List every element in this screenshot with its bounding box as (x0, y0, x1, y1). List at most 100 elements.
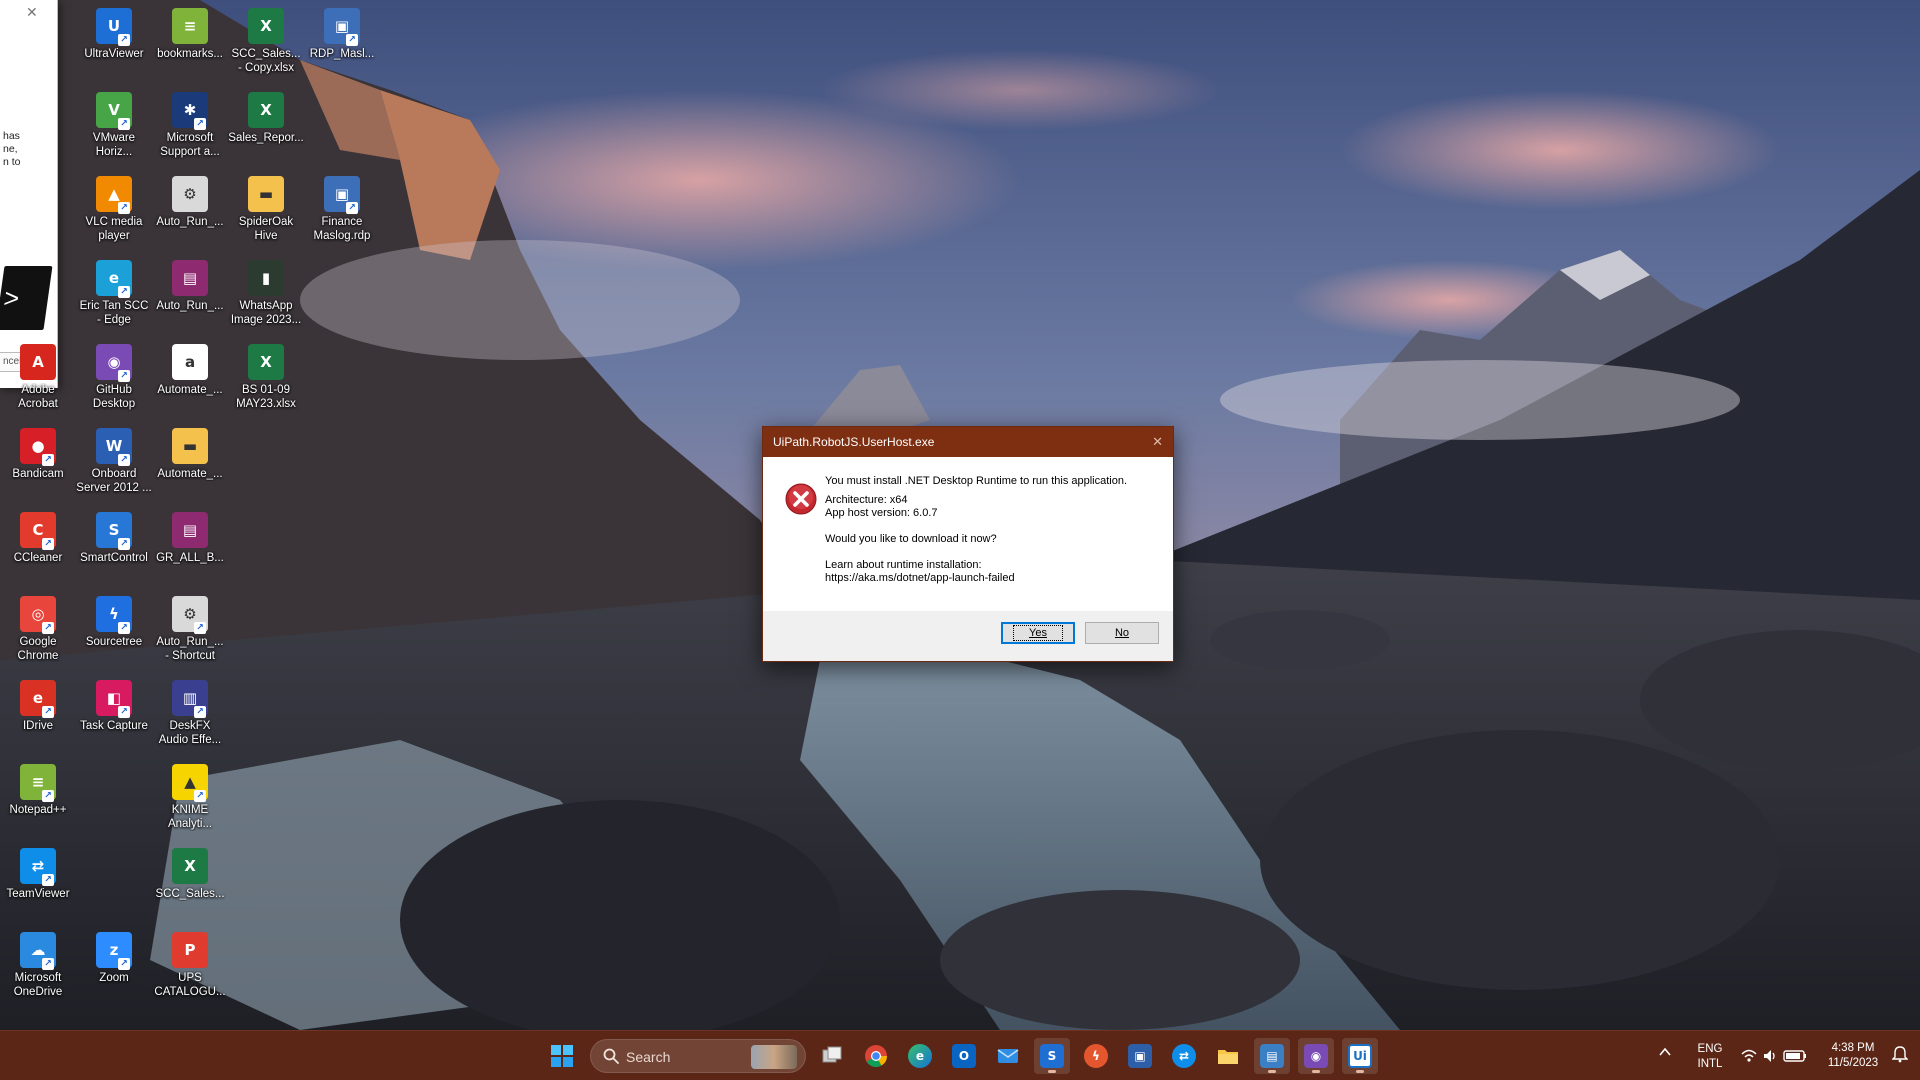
input-language-indicator[interactable]: ENG INTL (1692, 1042, 1728, 1080)
folder-icon: ▬ (172, 428, 208, 464)
excel-icon: X (248, 8, 284, 44)
desktop-icon-label: Automate_... (157, 384, 223, 396)
dialog-message: You must install .NET Desktop Runtime to… (825, 475, 1128, 487)
desktop-icon-ultraviewer[interactable]: U UltraViewer (76, 4, 152, 86)
desktop-icon-idrive[interactable]: e IDrive (0, 676, 76, 758)
desktop-icon-task-capture[interactable]: ◧ Task Capture (76, 676, 152, 758)
image-file-icon: ▮ (248, 260, 284, 296)
desktop-icon-auto-run-shortcut[interactable]: ⚙Auto_Run_... - Shortcut (152, 592, 228, 674)
github-desktop-icon: ◉ (1304, 1044, 1328, 1068)
desktop-icon-spideroak[interactable]: ▬ SpiderOak Hive (228, 172, 304, 254)
runtime-link[interactable]: https://aka.ms/dotnet/app-launch-failed (825, 572, 1165, 585)
ultraviewer-icon: U (96, 8, 132, 46)
desktop-icon-vlc[interactable]: ▲VLC media player (76, 172, 152, 254)
desktop-icon-label: Bandicam (12, 468, 64, 480)
desktop-icon-sourcetree[interactable]: ϟ Sourcetree (76, 592, 152, 674)
desktop-icon-bs-xlsx[interactable]: X BS 01-09 MAY23.xlsx (228, 340, 304, 422)
vlc-icon: ▲ (96, 176, 132, 214)
pdf-icon: P (172, 932, 208, 968)
taskbar-task-view[interactable] (814, 1038, 850, 1074)
desktop-icon-label: Eric Tan SCC - Edge (79, 300, 149, 326)
edge-icon: e (96, 260, 132, 298)
taskbar-uipath[interactable]: Ui (1342, 1038, 1378, 1074)
taskbar-smartcontrol[interactable]: S (1034, 1038, 1070, 1074)
taskbar-sourcetree[interactable]: ϟ (1078, 1038, 1114, 1074)
excel-icon: X (172, 848, 208, 884)
desktop-icon-label: BS 01-09 MAY23.xlsx (236, 384, 296, 410)
no-button-label: No (1114, 627, 1130, 639)
deskfx-icon: ▥ (172, 680, 208, 718)
desktop-icon-onboard[interactable]: WOnboard Server 2012 ... (76, 424, 152, 506)
yes-button[interactable]: Yes (1001, 622, 1075, 644)
desktop-icon-vmware[interactable]: VVMware Horiz... (76, 88, 152, 170)
desktop-icon-ms-support[interactable]: ✱Microsoft Support a... (152, 88, 228, 170)
dialog-body: You must install .NET Desktop Runtime to… (763, 457, 1173, 611)
taskbar-remote-desktop[interactable]: ▣ (1122, 1038, 1158, 1074)
wifi-icon (1741, 1049, 1757, 1062)
tray-overflow-chevron[interactable] (1658, 1045, 1672, 1080)
close-icon[interactable]: ✕ (1152, 427, 1163, 457)
windows-start-icon (551, 1045, 573, 1067)
desktop-icon-zoom[interactable]: z Zoom (76, 928, 152, 1010)
taskbar-teamviewer[interactable]: ⇄ (1166, 1038, 1202, 1074)
network-volume-battery-group[interactable] (1740, 1047, 1810, 1080)
desktop-icon-chrome[interactable]: ◎Google Chrome (0, 592, 76, 674)
task-view-icon (822, 1046, 842, 1063)
desktop-icon-finance-rdp[interactable]: ▣Finance Maslog.rdp (304, 172, 380, 254)
desktop-icon-scc-sales-2[interactable]: X SCC_Sales... (152, 844, 228, 926)
desktop-icon-auto-run-1[interactable]: ⚙ Auto_Run_... (152, 172, 228, 254)
desktop-icon-deskfx[interactable]: ▥DeskFX Audio Effe... (152, 676, 228, 758)
desktop-icon-bandicam[interactable]: ● Bandicam (0, 424, 76, 506)
taskbar-rdp-manager[interactable]: ▤ (1254, 1038, 1290, 1074)
desktop-icon-whatsapp-img[interactable]: ▮ WhatsApp Image 2023... (228, 256, 304, 338)
notepadpp-file-icon: ≡ (172, 8, 208, 44)
desktop-icon-github[interactable]: ◉GitHub Desktop (76, 340, 152, 422)
taskbar-edge[interactable]: e (902, 1038, 938, 1074)
desktop-icon-onedrive[interactable]: ☁Microsoft OneDrive (0, 928, 76, 1010)
desktop-icon-label: WhatsApp Image 2023... (230, 300, 302, 326)
no-button[interactable]: No (1085, 622, 1159, 644)
desktop-icon-ccleaner[interactable]: C CCleaner (0, 508, 76, 590)
outlook-icon: O (952, 1044, 976, 1068)
architecture-text: Architecture: x64 (825, 494, 908, 506)
taskbar-chrome[interactable] (858, 1038, 894, 1074)
bandicam-icon: ● (20, 428, 56, 466)
desktop-icon-auto-run-2[interactable]: ▤ Auto_Run_... (152, 256, 228, 338)
notifications-button[interactable] (1891, 1045, 1909, 1080)
clock[interactable]: 4:38 PM 11/5/2023 (1818, 1041, 1888, 1080)
desktop-icon-automate-1[interactable]: a Automate_... (152, 340, 228, 422)
desktop-icon-bookmarks[interactable]: ≡ bookmarks... (152, 4, 228, 86)
desktop-icon-label: CCleaner (13, 552, 63, 564)
desktop-icon-label: GR_ALL_B... (156, 552, 224, 564)
desktop-icon-edge-eric[interactable]: eEric Tan SCC - Edge (76, 256, 152, 338)
taskbar-outlook[interactable]: O (946, 1038, 982, 1074)
desktop-icon-ups-catalog[interactable]: P UPS CATALOGU... (152, 928, 228, 1010)
dialog-title: UiPath.RobotJS.UserHost.exe (773, 435, 935, 449)
desktop-icon-sales-report[interactable]: X Sales_Repor... (228, 88, 304, 170)
error-dialog[interactable]: UiPath.RobotJS.UserHost.exe ✕ You must i… (762, 426, 1174, 662)
winrar-icon: ▤ (172, 260, 208, 296)
desktop-icon-knime[interactable]: ▲KNIME Analyti... (152, 760, 228, 842)
system-status-icons (1741, 1049, 1806, 1062)
taskbar-github-desktop[interactable]: ◉ (1298, 1038, 1334, 1074)
taskbar-mail[interactable] (990, 1038, 1026, 1074)
start-button[interactable] (544, 1038, 580, 1074)
taskbar-file-explorer[interactable] (1210, 1038, 1246, 1074)
desktop-icon-label: KNIME Analyti... (167, 804, 213, 830)
desktop-icon-scc-sales-copy[interactable]: X SCC_Sales... - Copy.xlsx (228, 4, 304, 86)
desktop-icon-smartcontrol[interactable]: S SmartControl (76, 508, 152, 590)
excel-icon: X (248, 92, 284, 128)
desktop-icon-notepadpp[interactable]: ≡ Notepad++ (0, 760, 76, 842)
task-capture-icon: ◧ (96, 680, 132, 718)
desktop-icon-acrobat[interactable]: A Adobe Acrobat (0, 340, 76, 422)
acrobat-icon: A (20, 344, 56, 380)
desktop-icon-label: Google Chrome (17, 636, 59, 662)
taskbar-search[interactable]: Search (590, 1039, 806, 1073)
desktop-icon-label: RDP_Masl... (309, 48, 375, 60)
desktop-icon-teamviewer[interactable]: ⇄ TeamViewer (0, 844, 76, 926)
desktop-icon-rdp-masl[interactable]: ▣ RDP_Masl... (304, 4, 380, 86)
desktop-icon-gr-all[interactable]: ▤ GR_ALL_B... (152, 508, 228, 590)
desktop-icon-automate-2[interactable]: ▬ Automate_... (152, 424, 228, 506)
learn-more-text: Learn about runtime installation: (825, 559, 982, 571)
dialog-title-bar[interactable]: UiPath.RobotJS.UserHost.exe ✕ (763, 427, 1173, 457)
